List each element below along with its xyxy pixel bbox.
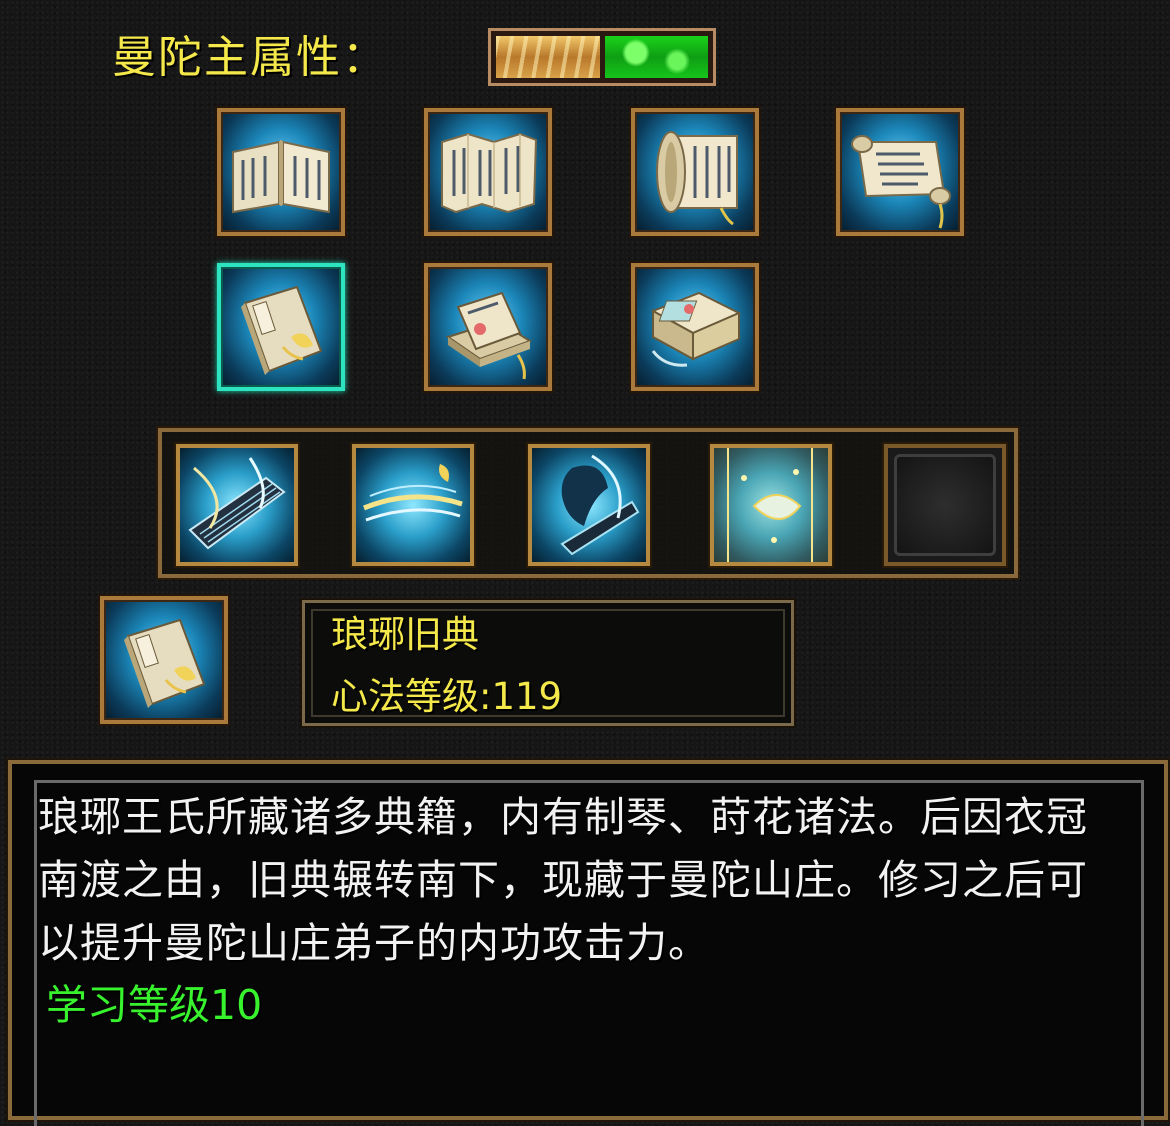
book-slot-scroll-roll[interactable]: [631, 108, 759, 236]
skill-slot-2[interactable]: [352, 444, 474, 566]
item-level: 心法等级:119: [331, 675, 563, 718]
learn-level-requirement: 学习等级10: [46, 981, 263, 1029]
skill-slot-3[interactable]: [528, 444, 650, 566]
unrolled-scroll-icon: [851, 135, 951, 229]
wind-slash-skill-icon: [363, 464, 463, 522]
main-attribute-label: 曼陀主属性：: [112, 32, 388, 83]
stacked-books-icon: [445, 291, 533, 380]
shadow-strike-skill-icon: [560, 454, 640, 556]
bound-book-icon: [124, 618, 206, 708]
book-box-icon: [650, 291, 742, 367]
bound-book-icon: [241, 285, 323, 375]
skill-bar: [156, 426, 1020, 580]
attribute-indicator: [488, 28, 716, 86]
selected-item-slot[interactable]: [100, 596, 228, 724]
skill-slot-4[interactable]: [710, 444, 832, 566]
book-slot-open-book[interactable]: [217, 108, 345, 236]
book-slot-unrolled-scroll[interactable]: [836, 108, 964, 236]
book-slot-folded-manual[interactable]: [424, 108, 552, 236]
empty-slot-icon: [894, 454, 996, 556]
open-book-icon: [232, 140, 330, 214]
attribute-green-segment: [604, 36, 708, 78]
falling-petal-skill-icon: [714, 448, 828, 562]
guqin-skill-icon: [188, 457, 286, 550]
item-name: 琅琊旧典: [331, 613, 479, 656]
attribute-gold-segment: [496, 36, 600, 78]
book-slot-book-box[interactable]: [631, 263, 759, 391]
book-slot-stacked-books[interactable]: [424, 263, 552, 391]
description-text: 琅琊王氏所藏诸多典籍，内有制琴、莳花诸法。后因衣冠南渡之由，旧典辗转南下，现藏于…: [38, 793, 1088, 967]
scroll-roll-icon: [656, 131, 738, 226]
folded-manual-icon: [441, 132, 538, 214]
item-info-box: 琅琊旧典 心法等级:119: [300, 598, 796, 728]
book-slot-bound-book[interactable]: [217, 263, 345, 391]
skill-slot-empty[interactable]: [884, 444, 1006, 566]
skill-slot-1[interactable]: [176, 444, 298, 566]
